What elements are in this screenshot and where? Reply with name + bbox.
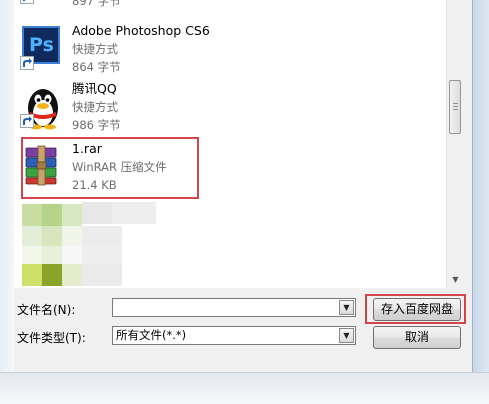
filename-input[interactable]: ▼	[112, 298, 356, 317]
filetype-value: 所有文件(*.*)	[116, 328, 187, 342]
file-item-shortcut[interactable]: 897 字节	[14, 0, 414, 18]
filetype-label: 文件类型(T):	[17, 331, 86, 345]
file-item-photoshop[interactable]: Ps Adobe Photoshop CS6 快捷方式 864 字节	[14, 22, 414, 84]
chevron-down-icon[interactable]: ▼	[339, 300, 354, 315]
file-type: 快捷方式	[72, 100, 118, 114]
shortcut-file-icon	[20, 0, 64, 4]
file-size: 986 字节	[72, 118, 121, 132]
photoshop-icon: Ps	[20, 26, 64, 70]
chevron-down-icon[interactable]: ▼	[339, 328, 354, 343]
shortcut-arrow-icon	[20, 0, 34, 4]
file-size: 897 字节	[72, 0, 121, 8]
highlight-frame-rar	[21, 137, 199, 199]
pixelated-thumbnail	[16, 198, 156, 288]
window-left-edge	[0, 0, 14, 372]
highlight-frame-save	[365, 294, 466, 324]
scroll-down-arrow-icon[interactable]: ▼	[447, 271, 464, 288]
qq-penguin-icon	[20, 84, 64, 130]
file-item-qq[interactable]: 腾讯QQ 快捷方式 986 字节	[14, 80, 414, 142]
shortcut-arrow-icon	[20, 114, 34, 128]
vertical-scrollbar[interactable]: ▼	[446, 0, 463, 288]
scrollbar-thumb[interactable]	[449, 80, 461, 134]
cancel-button[interactable]: 取消	[373, 326, 461, 349]
window-right-frame	[472, 0, 489, 372]
shortcut-arrow-icon	[20, 56, 34, 70]
file-list[interactable]: 897 字节 Ps Adobe Photoshop CS6 快捷方式 864 字…	[14, 0, 446, 288]
filename-label: 文件名(N):	[17, 303, 76, 317]
file-name: Adobe Photoshop CS6	[72, 23, 210, 38]
file-size: 864 字节	[72, 60, 121, 74]
file-type: 快捷方式	[72, 42, 118, 56]
taskbar-strip	[0, 372, 489, 404]
file-name: 腾讯QQ	[72, 81, 117, 96]
filetype-select[interactable]: 所有文件(*.*) ▼	[112, 326, 356, 345]
